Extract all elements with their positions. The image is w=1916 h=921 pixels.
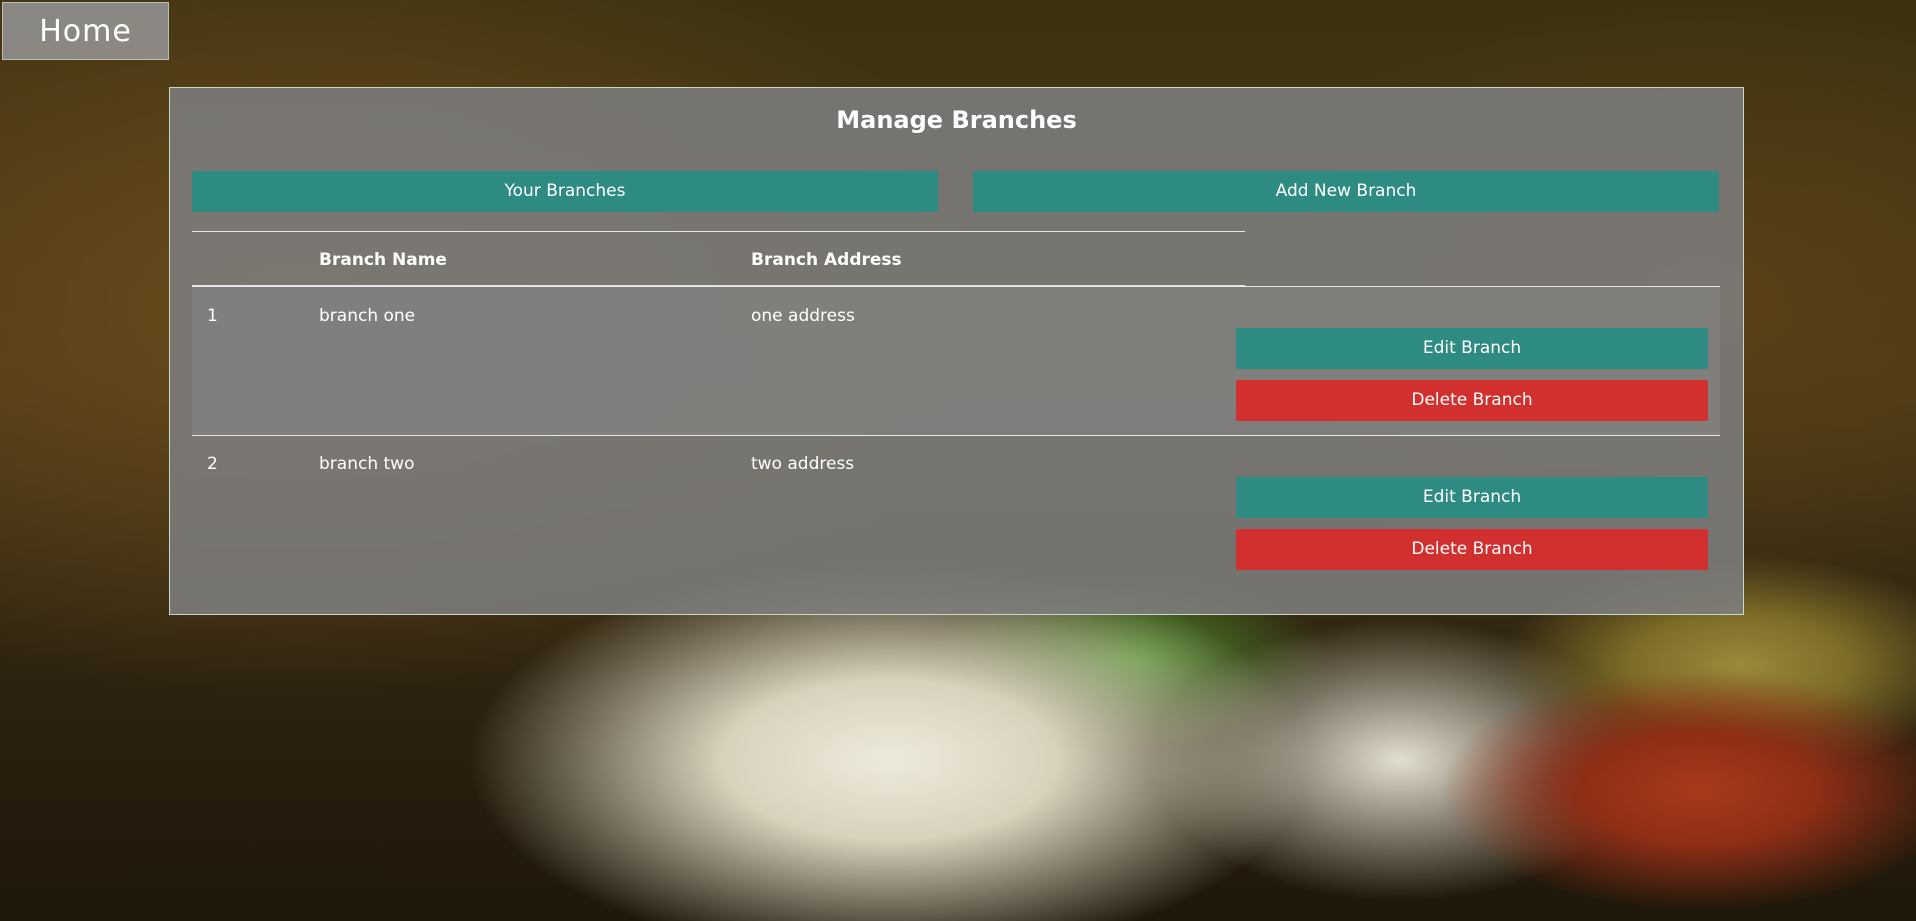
row-branch-name: branch one: [319, 306, 416, 326]
row-index: 1: [207, 306, 218, 326]
row-branch-address: one address: [751, 306, 855, 326]
page-title: Manage Branches: [836, 106, 1077, 134]
delete-branch-button[interactable]: Delete Branch: [1236, 529, 1708, 570]
row-branch-name: branch two: [319, 454, 415, 474]
delete-branch-button[interactable]: Delete Branch: [1236, 380, 1708, 421]
home-button[interactable]: Home: [2, 2, 169, 60]
table-header-branch-name: Branch Name: [319, 250, 447, 270]
manage-branches-panel: Manage Branches Your Branches Add New Br…: [169, 87, 1744, 615]
edit-branch-button[interactable]: Edit Branch: [1236, 477, 1708, 518]
tab-your-branches[interactable]: Your Branches: [192, 171, 938, 212]
tab-add-new-branch[interactable]: Add New Branch: [973, 171, 1719, 212]
row-divider: [192, 435, 1720, 436]
row-index: 2: [207, 454, 218, 474]
row-branch-address: two address: [751, 454, 855, 474]
edit-branch-button[interactable]: Edit Branch: [1236, 328, 1708, 369]
table-top-divider: [192, 231, 1245, 232]
table-header-branch-address: Branch Address: [751, 250, 902, 270]
